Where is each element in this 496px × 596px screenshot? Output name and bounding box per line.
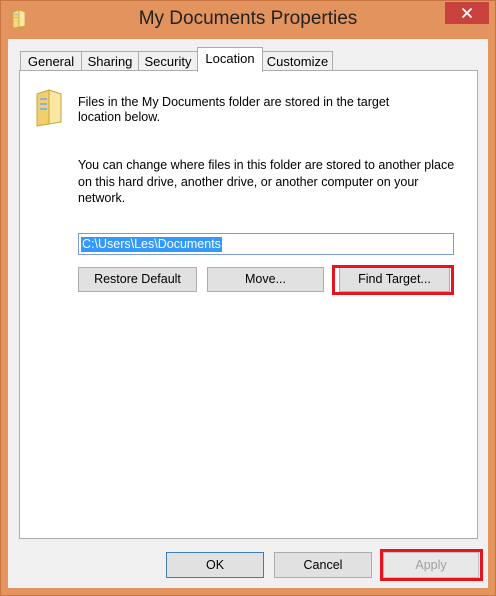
- tab-location[interactable]: Location: [197, 47, 263, 72]
- ok-button[interactable]: OK: [166, 552, 264, 578]
- tab-customize[interactable]: Customize: [262, 51, 333, 71]
- documents-folder-icon: [36, 89, 62, 127]
- tab-sharing[interactable]: Sharing: [81, 51, 139, 71]
- location-description: Files in the My Documents folder are sto…: [78, 95, 390, 124]
- restore-default-button[interactable]: Restore Default: [78, 267, 197, 292]
- location-tab-panel: Files in the My Documents folder are sto…: [19, 70, 478, 539]
- cancel-button[interactable]: Cancel: [274, 552, 372, 578]
- move-button[interactable]: Move...: [207, 267, 324, 292]
- find-target-highlight: [332, 265, 454, 295]
- close-icon: [461, 7, 473, 19]
- apply-highlight: [380, 549, 483, 581]
- close-button[interactable]: [445, 2, 489, 24]
- properties-window: My Documents Properties General Sharing …: [0, 0, 496, 596]
- tab-general[interactable]: General: [20, 51, 82, 71]
- tab-security[interactable]: Security: [138, 51, 198, 71]
- dialog-client-area: General Sharing Security Location Custom…: [8, 39, 488, 588]
- target-path-input[interactable]: C:\Users\Les\Documents: [78, 233, 454, 255]
- location-explanation: You can change where files in this folde…: [78, 158, 455, 205]
- window-title: My Documents Properties: [138, 8, 358, 29]
- target-path-value: C:\Users\Les\Documents: [81, 237, 222, 252]
